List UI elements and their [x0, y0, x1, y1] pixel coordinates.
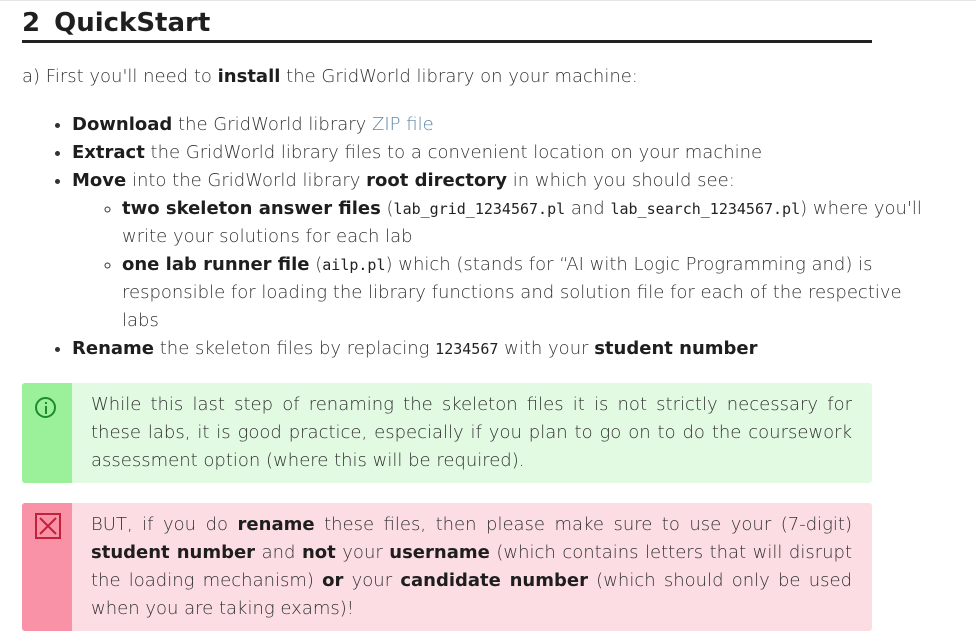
step-move-text-end: in which you should see:: [507, 170, 735, 191]
ailp-filename: ailp.pl: [322, 256, 386, 274]
top-divider: [0, 0, 976, 1]
warn-bold-not: not: [301, 542, 336, 563]
step-download-text: the GridWorld library: [172, 114, 373, 135]
directory-contents-list: two skeleton answer files (lab_grid_1234…: [72, 195, 922, 335]
step-extract: Extract the GridWorld library files to a…: [72, 139, 922, 167]
warn-bold-rename: rename: [237, 514, 315, 535]
step-extract-text: the GridWorld library files to a conveni…: [144, 142, 763, 163]
section-heading: 2 QuickStart: [22, 6, 872, 43]
lab-search-filename: lab_search_1234567.pl: [610, 200, 801, 218]
warn-text-3: and: [255, 542, 302, 563]
intro-prefix: a) First you'll need to: [22, 66, 218, 87]
info-callout-bar: [22, 383, 72, 483]
paren-open: (: [380, 198, 394, 219]
paren-open-2: (: [309, 254, 323, 275]
skeleton-files-bold: two skeleton answer files: [122, 198, 381, 219]
info-circle-icon: [35, 397, 56, 418]
warn-bold-candidate-number: candidate number: [400, 570, 588, 591]
warn-bold-username: username: [389, 542, 490, 563]
root-directory-bold: root directory: [366, 170, 508, 191]
warning-callout-bar: [22, 503, 72, 631]
student-number-bold: student number: [594, 338, 758, 359]
and-text: and: [565, 198, 611, 219]
step-extract-bold: Extract: [72, 142, 145, 163]
section-number: 2: [22, 8, 41, 38]
info-callout: While this last step of renaming the ske…: [22, 383, 872, 483]
step-rename-text-2: with your: [498, 338, 595, 359]
placeholder-number: 1234567: [435, 340, 499, 358]
sub-item-runner-file: one lab runner file (ailp.pl) which (sta…: [122, 251, 922, 335]
info-callout-text: While this last step of renaming the ske…: [91, 394, 852, 471]
warn-text-6: your: [343, 570, 401, 591]
intro-paragraph: a) First you'll need to install the Grid…: [22, 64, 872, 90]
step-rename-bold: Rename: [72, 338, 154, 359]
warn-text-4: your: [335, 542, 390, 563]
steps-list: Download the GridWorld library ZIP file …: [22, 111, 922, 363]
step-rename-text: the skeleton files by replacing: [154, 338, 436, 359]
zip-file-link[interactable]: ZIP file: [372, 114, 434, 135]
step-rename: Rename the skeleton files by replacing 1…: [72, 335, 922, 363]
warning-callout-text: BUT, if you do rename these files, then …: [91, 511, 852, 623]
warn-bold-student-number: student number: [91, 542, 256, 563]
step-download: Download the GridWorld library ZIP file: [72, 111, 922, 139]
warn-text-1: BUT, if you do: [91, 514, 238, 535]
lab-grid-filename: lab_grid_1234567.pl: [393, 200, 566, 218]
x-box-icon: [35, 513, 61, 539]
intro-suffix: the GridWorld library on your machine:: [280, 66, 638, 87]
step-move-text: into the GridWorld library: [126, 170, 367, 191]
intro-bold: install: [217, 66, 281, 87]
sub-item-skeleton-files: two skeleton answer files (lab_grid_1234…: [122, 195, 922, 251]
section-title: QuickStart: [54, 8, 211, 38]
warn-text-2: these files, then please make sure to us…: [314, 514, 852, 535]
warning-callout: BUT, if you do rename these files, then …: [22, 503, 872, 631]
step-move: Move into the GridWorld library root dir…: [72, 167, 922, 335]
warn-bold-or: or: [322, 570, 344, 591]
step-download-bold: Download: [72, 114, 173, 135]
step-move-bold: Move: [72, 170, 127, 191]
runner-file-bold: one lab runner file: [122, 254, 310, 275]
